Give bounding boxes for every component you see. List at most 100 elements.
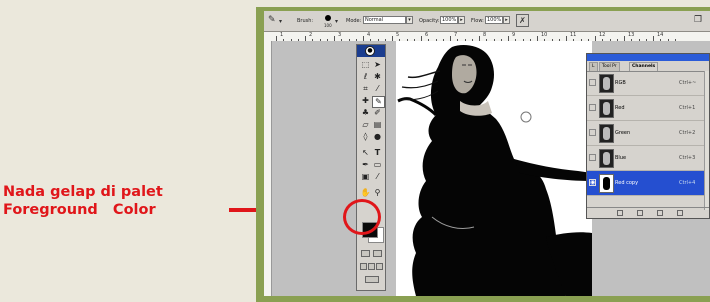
history-brush-tool-icon[interactable]: ✐ (372, 108, 383, 118)
options-bar: ✎ ▾ Brush: 100 ▾ Mode: Normal ▾ Opacity:… (264, 11, 710, 32)
channel-thumbnail (599, 149, 614, 168)
channel-shortcut: Ctrl+4 (679, 180, 696, 186)
vertical-ruler (264, 41, 272, 296)
brush-preview-icon[interactable] (325, 15, 331, 21)
pen-tool-icon[interactable]: ✒ (360, 160, 371, 170)
opacity-field[interactable]: 100% (440, 16, 458, 24)
ruler-number: 14 (657, 32, 664, 38)
channel-name: Blue (615, 155, 627, 161)
channel-shortcut: Ctrl+1 (679, 105, 696, 111)
load-selection-icon[interactable] (617, 210, 623, 216)
marquee-tool-icon[interactable]: ⬚ (360, 60, 371, 70)
eye-icon[interactable]: ◉ (589, 179, 596, 186)
channel-name: Red copy (615, 180, 639, 186)
channel-shortcut: Ctrl+2 (679, 130, 696, 136)
shape-tool-icon[interactable]: ▭ (372, 160, 383, 170)
channel-shortcut: Ctrl+~ (679, 80, 697, 86)
healing-brush-tool-icon[interactable]: ✚ (360, 96, 371, 106)
blur-tool-icon[interactable]: ◊ (360, 132, 371, 142)
move-tool-icon[interactable]: ➤ (372, 60, 383, 70)
channel-thumbnail (599, 99, 614, 118)
tab-tool-presets[interactable]: Tool Pr (599, 62, 620, 71)
ruler-number: 10 (541, 32, 548, 38)
channel-name: RGB (615, 80, 626, 86)
ruler-number: 4 (367, 32, 371, 38)
ruler-number: 3 (338, 32, 342, 38)
toolbox: ● ⬚ ➤ ℓ ✱ ⌗ ⁄ ✚ ✎ ♣ ✐ ▱ ▤ ◊ ● ↖ T ✒ ▭ ▣ … (356, 44, 386, 291)
flow-dropdown-icon[interactable]: ▸ (503, 16, 510, 24)
opacity-label: Opacity: (419, 18, 440, 24)
ruler-number: 12 (599, 32, 606, 38)
channel-row-blue[interactable]: Blue Ctrl+3 (587, 146, 709, 171)
delete-channel-icon[interactable] (677, 210, 683, 216)
crop-tool-icon[interactable]: ⌗ (360, 84, 371, 94)
photoshop-logo-icon[interactable]: ● (365, 46, 375, 56)
visibility-toggle-icon[interactable] (589, 154, 596, 161)
brush-tool-icon-selected[interactable]: ✎ (372, 96, 385, 108)
tab-layers[interactable]: L (589, 62, 598, 71)
channel-thumbnail (599, 124, 614, 143)
slice-tool-icon[interactable]: ⁄ (372, 84, 383, 94)
channel-row-green[interactable]: Green Ctrl+2 (587, 121, 709, 146)
palette-scrollbar[interactable] (704, 71, 709, 210)
screen-mode-full-menu-icon[interactable] (368, 263, 375, 270)
visibility-toggle-icon[interactable] (589, 104, 596, 111)
hand-tool-icon[interactable]: ✋ (360, 188, 371, 198)
ruler-number: 13 (628, 32, 635, 38)
screen-mode-full-icon[interactable] (376, 263, 383, 270)
opacity-dropdown-icon[interactable]: ▸ (458, 16, 465, 24)
brush-tool-icon[interactable]: ✎ (268, 15, 276, 25)
airbrush-icon[interactable]: ✗ (516, 14, 529, 27)
eraser-tool-icon[interactable]: ▱ (360, 120, 371, 130)
lasso-tool-icon[interactable]: ℓ (360, 72, 371, 82)
ruler-number: 11 (570, 32, 577, 38)
channel-row-red[interactable]: Red Ctrl+1 (587, 96, 709, 121)
zoom-tool-icon[interactable]: ⚲ (372, 188, 383, 198)
quick-mask-mode-icon[interactable] (373, 250, 382, 257)
palette-titlebar[interactable] (587, 54, 709, 61)
jump-to-imageready-icon[interactable] (365, 276, 379, 283)
mode-select[interactable]: Normal (363, 16, 406, 24)
ruler-number: 7 (454, 32, 458, 38)
gradient-tool-icon[interactable]: ▤ (372, 120, 383, 130)
toolbox-header: ● (357, 45, 385, 57)
type-tool-icon[interactable]: T (372, 148, 383, 158)
annotation-line-1: Nada gelap di palet (3, 184, 163, 200)
visibility-toggle-icon[interactable] (589, 79, 596, 86)
brush-picker-arrow-icon[interactable]: ▾ (335, 18, 338, 25)
save-selection-icon[interactable] (637, 210, 643, 216)
ruler-number: 6 (425, 32, 429, 38)
screen-mode-standard-icon[interactable] (360, 263, 367, 270)
notes-tool-icon[interactable]: ▣ (360, 172, 371, 182)
document-canvas[interactable] (396, 41, 592, 296)
eyedropper-tool-icon[interactable]: ⁄ (372, 172, 383, 182)
dodge-tool-icon[interactable]: ● (372, 132, 383, 142)
ruler-number: 1 (280, 32, 284, 38)
tool-preset-arrow-icon[interactable]: ▾ (279, 18, 282, 25)
ruler-number: 5 (396, 32, 400, 38)
brush-label: Brush: (297, 18, 314, 24)
visibility-toggle-icon[interactable] (589, 129, 596, 136)
channel-row-rgb[interactable]: RGB Ctrl+~ (587, 71, 709, 96)
mode-dropdown-icon[interactable]: ▾ (406, 16, 413, 24)
palette-footer (587, 207, 709, 218)
channel-thumbnail (599, 74, 614, 93)
flow-label: Flow: (471, 18, 484, 24)
channel-row-red-copy[interactable]: ◉ Red copy Ctrl+4 (587, 171, 709, 196)
photoshop-window: ✎ ▾ Brush: 100 ▾ Mode: Normal ▾ Opacity:… (264, 11, 710, 296)
ruler-number: 2 (309, 32, 313, 38)
palette-well-icon[interactable]: ❐ (694, 15, 702, 25)
channel-thumbnail (599, 174, 614, 193)
clone-stamp-tool-icon[interactable]: ♣ (360, 108, 371, 118)
channel-name: Green (615, 130, 631, 136)
new-channel-icon[interactable] (657, 210, 663, 216)
tab-channels[interactable]: Channels (629, 62, 659, 71)
standard-mode-icon[interactable] (361, 250, 370, 257)
channels-palette: L Tool Pr Channels RGB Ctrl+~ Red Ctrl+1… (586, 53, 710, 219)
path-selection-tool-icon[interactable]: ↖ (360, 148, 371, 158)
channel-shortcut: Ctrl+3 (679, 155, 696, 161)
magic-wand-tool-icon[interactable]: ✱ (372, 72, 383, 82)
annotation-label: Nada gelap di palet Foreground Color (3, 183, 233, 219)
flow-field[interactable]: 100% (485, 16, 503, 24)
woman-silhouette-image (397, 45, 592, 296)
